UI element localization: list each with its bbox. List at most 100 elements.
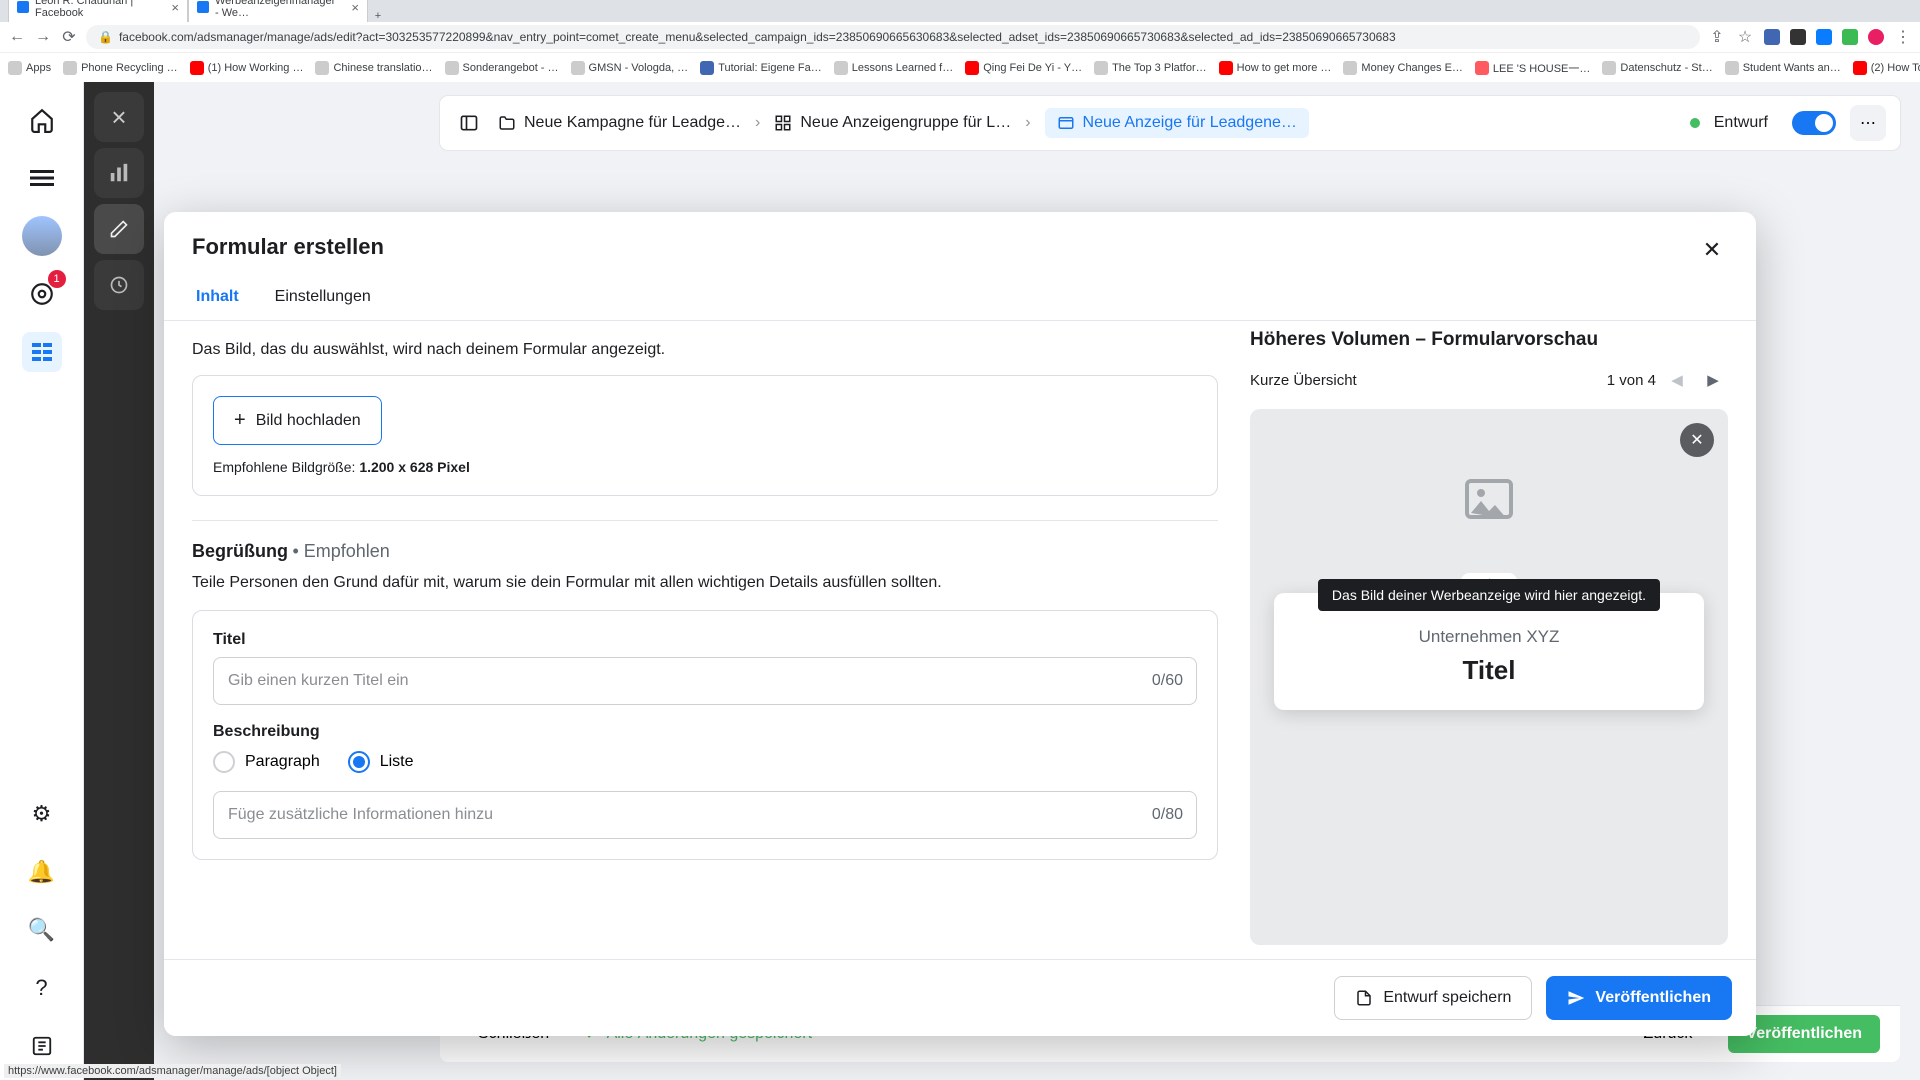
pager-prev-icon[interactable]: ◀ <box>1662 363 1692 397</box>
browser-tab[interactable]: Leon R. Chaudhari | Facebook × <box>8 0 188 22</box>
bookmark-icon <box>445 61 459 75</box>
bookmark-icon <box>1853 61 1867 75</box>
share-icon[interactable]: ⇪ <box>1708 28 1726 46</box>
bookmark[interactable]: Lessons Learned f… <box>834 61 954 75</box>
bookmark[interactable]: The Top 3 Platfor… <box>1094 61 1207 75</box>
description-format-radio: Paragraph Liste <box>213 751 1197 773</box>
bookmark-icon <box>1343 61 1357 75</box>
plus-icon: + <box>234 409 246 432</box>
upload-image-button[interactable]: + Bild hochladen <box>213 396 382 445</box>
bookmark-icon <box>1725 61 1739 75</box>
save-draft-button[interactable]: Entwurf speichern <box>1334 976 1532 1020</box>
radio-dot-icon <box>348 751 370 773</box>
bookmark-icon <box>700 61 714 75</box>
modal-title: Formular erstellen <box>192 234 384 260</box>
preview-close-icon[interactable]: ✕ <box>1680 423 1714 457</box>
preview-card-title: Titel <box>1298 655 1680 686</box>
radio-dot-icon <box>213 751 235 773</box>
preview-banner: Das Bild deiner Werbeanzeige wird hier a… <box>1318 579 1660 611</box>
tab-content[interactable]: Inhalt <box>192 280 243 320</box>
ext-icon[interactable] <box>1868 29 1884 45</box>
pager-next-icon[interactable]: ▶ <box>1698 363 1728 397</box>
tab-title: Leon R. Chaudhari | Facebook <box>35 0 161 19</box>
form-column: Das Bild, das du auswählst, wird nach de… <box>164 321 1246 959</box>
browser-chrome: Leon R. Chaudhari | Facebook × Werbeanze… <box>0 0 1920 82</box>
preview-overview: Kurze Übersicht <box>1250 372 1357 389</box>
bookmark[interactable]: (2) How To Add A… <box>1853 61 1920 75</box>
url-text: facebook.com/adsmanager/manage/ads/edit?… <box>119 30 1396 44</box>
new-tab-button[interactable]: + <box>368 10 388 22</box>
modal-footer: Entwurf speichern Veröffentlichen <box>164 959 1756 1036</box>
bookmark[interactable]: Tutorial: Eigene Fa… <box>700 61 822 75</box>
preview-pager: 1 von 4 <box>1607 372 1656 389</box>
bookmark-icon <box>1219 61 1233 75</box>
status-bar-url: https://www.facebook.com/adsmanager/mana… <box>4 1064 341 1078</box>
title-input[interactable] <box>213 657 1197 705</box>
section-title: Begrüßung <box>192 541 288 561</box>
back-icon[interactable]: ← <box>8 28 26 46</box>
bookmarks-bar: Apps Phone Recycling … (1) How Working …… <box>0 52 1920 82</box>
browser-tab[interactable]: Werbeanzeigenmanager - We… × <box>188 0 368 22</box>
ext-icon[interactable] <box>1816 29 1832 45</box>
send-icon <box>1567 989 1585 1007</box>
extra-info-input[interactable] <box>213 791 1197 839</box>
star-icon[interactable]: ☆ <box>1736 28 1754 46</box>
tab-settings[interactable]: Einstellungen <box>271 280 375 320</box>
section-description: Teile Personen den Grund dafür mit, waru… <box>192 572 1218 594</box>
tab-strip: Leon R. Chaudhari | Facebook × Werbeanze… <box>0 0 1920 22</box>
radio-paragraph[interactable]: Paragraph <box>213 751 320 773</box>
greeting-section: Begrüßung • Empfohlen Teile Personen den… <box>192 541 1218 860</box>
forward-icon[interactable]: → <box>34 28 52 46</box>
tab-title: Werbeanzeigenmanager - We… <box>215 0 341 19</box>
document-icon <box>1355 989 1373 1007</box>
facebook-favicon <box>17 1 29 13</box>
menu-icon[interactable]: ⋮ <box>1894 28 1912 46</box>
bookmark[interactable]: Student Wants an… <box>1725 61 1841 75</box>
extra-counter: 0/80 <box>1152 806 1183 824</box>
facebook-favicon <box>197 1 209 13</box>
bookmark[interactable]: Money Changes E… <box>1343 61 1463 75</box>
bookmark-icon <box>1475 61 1489 75</box>
close-icon[interactable]: ✕ <box>1696 234 1728 266</box>
bookmark[interactable]: (1) How Working … <box>190 61 304 75</box>
bookmark[interactable]: GMSN - Vologda, … <box>571 61 689 75</box>
url-input[interactable]: 🔒 facebook.com/adsmanager/manage/ads/edi… <box>86 25 1700 49</box>
bookmark[interactable]: Datenschutz - St… <box>1602 61 1712 75</box>
bookmark-icon <box>1602 61 1616 75</box>
bookmark-icon <box>315 61 329 75</box>
bookmark[interactable]: Qing Fei De Yi - Y… <box>965 61 1082 75</box>
ext-icon[interactable] <box>1842 29 1858 45</box>
divider <box>192 520 1218 521</box>
reload-icon[interactable]: ⟳ <box>60 28 78 46</box>
ext-icon[interactable] <box>1790 29 1806 45</box>
recommended-size: Empfohlene Bildgröße: 1.200 x 628 Pixel <box>213 459 1197 475</box>
description-label: Beschreibung <box>213 723 1197 741</box>
apps-icon <box>8 61 22 75</box>
bookmark[interactable]: Phone Recycling … <box>63 61 178 75</box>
image-upload-panel: + Bild hochladen Empfohlene Bildgröße: 1… <box>192 375 1218 496</box>
tab-close-icon[interactable]: × <box>171 0 179 15</box>
bookmark[interactable]: Chinese translatio… <box>315 61 432 75</box>
publish-form-button[interactable]: Veröffentlichen <box>1546 976 1732 1020</box>
title-label: Titel <box>213 631 1197 649</box>
bookmark[interactable]: Sonderangebot - … <box>445 61 559 75</box>
image-placeholder-icon <box>1464 479 1514 519</box>
address-bar: ← → ⟳ 🔒 facebook.com/adsmanager/manage/a… <box>0 22 1920 52</box>
bookmark[interactable]: LEE 'S HOUSE一… <box>1475 60 1590 76</box>
bookmark-icon <box>834 61 848 75</box>
bookmark[interactable]: Apps <box>8 61 51 75</box>
ext-icon[interactable] <box>1764 29 1780 45</box>
section-tag: • Empfohlen <box>292 541 389 561</box>
tab-close-icon[interactable]: × <box>351 0 359 15</box>
bookmark-icon <box>965 61 979 75</box>
preview-title: Höheres Volumen – Formularvorschau <box>1250 329 1728 351</box>
image-hint: Das Bild, das du auswählst, wird nach de… <box>192 341 1218 359</box>
bookmark-icon <box>571 61 585 75</box>
bookmark-icon <box>1094 61 1108 75</box>
radio-list[interactable]: Liste <box>348 751 414 773</box>
title-counter: 0/60 <box>1152 672 1183 690</box>
preview-company: Unternehmen XYZ <box>1298 627 1680 647</box>
bookmark-icon <box>63 61 77 75</box>
extension-icons: ⇪ ☆ ⋮ <box>1708 28 1912 46</box>
bookmark[interactable]: How to get more … <box>1219 61 1332 75</box>
